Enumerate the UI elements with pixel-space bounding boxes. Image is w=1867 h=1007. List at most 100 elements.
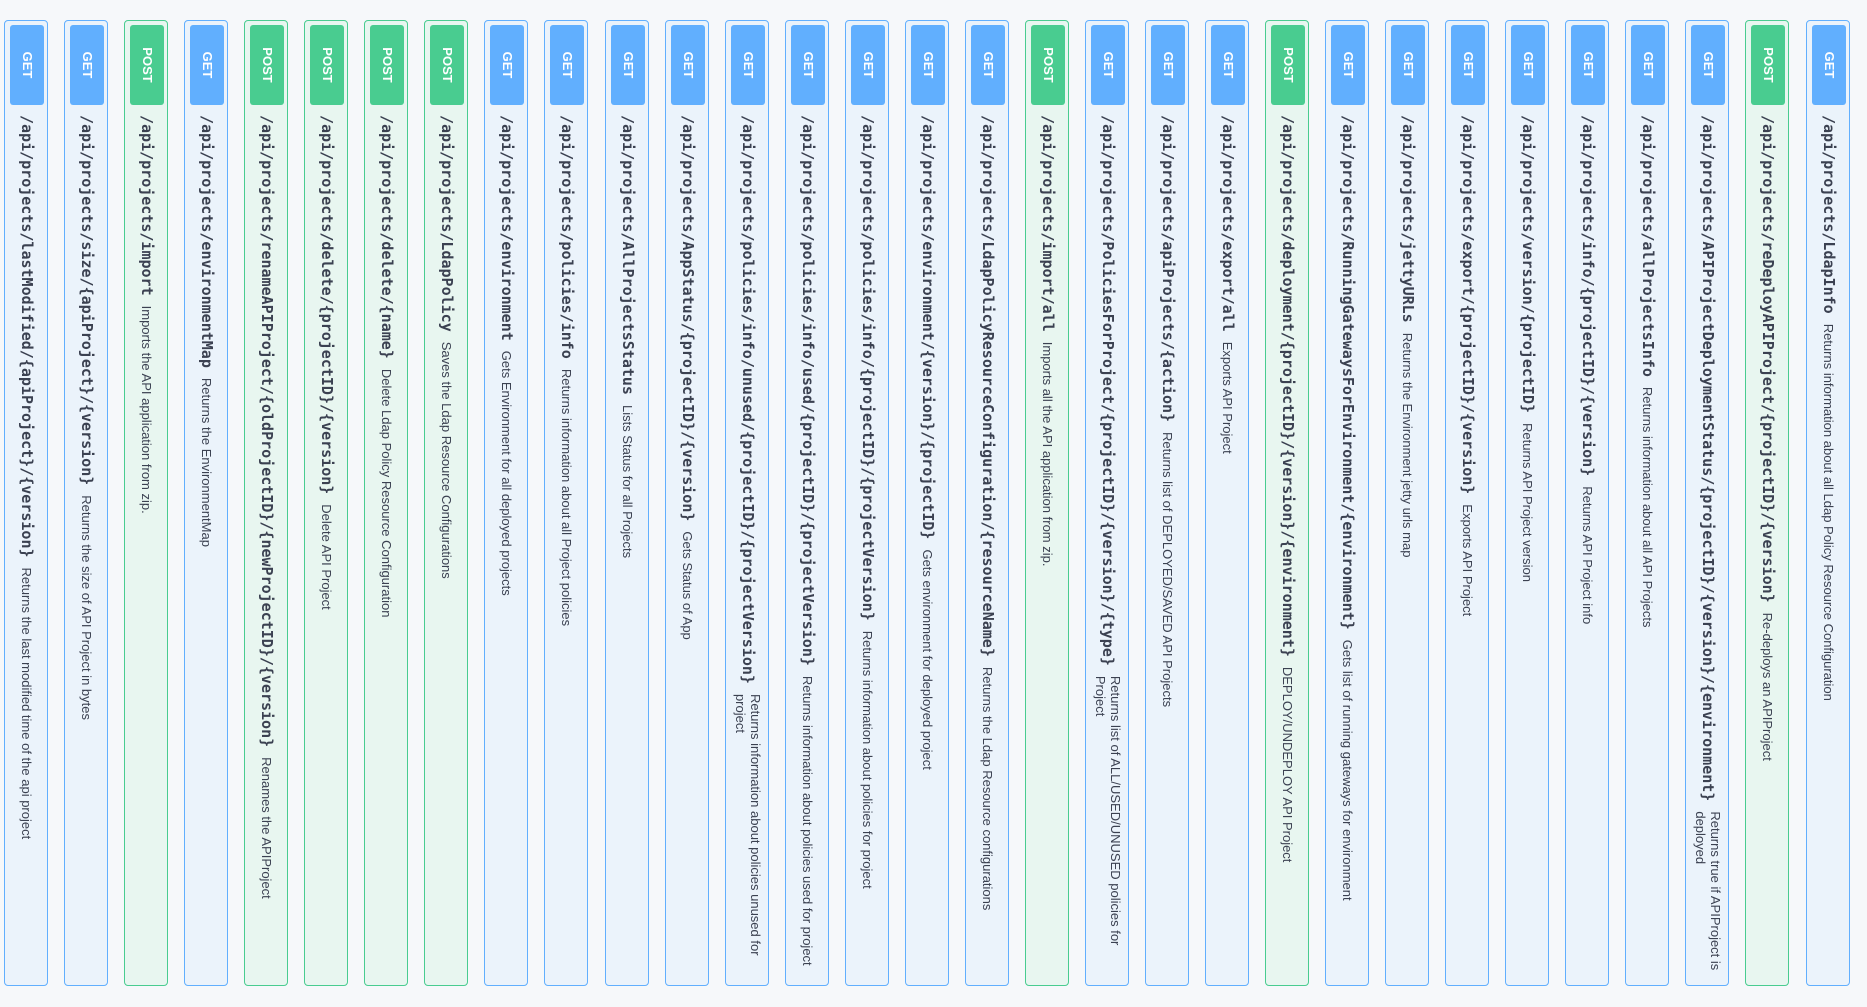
operation-summary[interactable]: GET/api/projects/info/{projectID}/{versi… xyxy=(1566,21,1608,985)
endpoint-path: /api/projects/policies/info/used/{projec… xyxy=(799,115,817,666)
operation-summary[interactable]: GET/api/projects/LdapInfo Returns informa… xyxy=(1807,21,1849,985)
operation-block[interactable]: POST/api/projects/import Imports the API … xyxy=(124,20,168,986)
endpoint-description: Exports API Project xyxy=(1460,504,1476,617)
operation-block[interactable]: POST/api/projects/deployment/{projectID}… xyxy=(1265,20,1309,986)
operation-summary[interactable]: GET/api/projects/environmentMap Returns t… xyxy=(185,21,227,985)
operation-summary[interactable]: GET/api/projects/RunningGatewaysForEnvir… xyxy=(1326,21,1368,985)
method-badge-get: GET xyxy=(70,25,104,105)
endpoint-description: Saves the Ldap Resource Configurations xyxy=(439,341,455,579)
operation-block[interactable]: GET/api/projects/APIProjectDeploymentSta… xyxy=(1685,20,1729,986)
operation-block[interactable]: GET/api/projects/policies/info/used/{pro… xyxy=(785,20,829,986)
operation-block[interactable]: GET/api/projects/LdapInfo Returns informa… xyxy=(1806,20,1850,986)
operation-block[interactable]: POST/api/projects/import/all Imports all … xyxy=(1025,20,1069,986)
method-badge-get: GET xyxy=(490,25,524,105)
operation-block[interactable]: POST/api/projects/LdapPolicy Saves the Ld… xyxy=(424,20,468,986)
endpoint-description: Gets Environment for all deployed projec… xyxy=(499,350,515,596)
endpoint-description: Imports the API application from zip. xyxy=(139,305,155,514)
operation-summary[interactable]: POST/api/projects/import Imports the API … xyxy=(125,21,167,985)
endpoint-description: Delete API Project xyxy=(319,504,335,610)
endpoint-description: Exports API Project xyxy=(1220,341,1236,454)
method-badge-get: GET xyxy=(1331,25,1365,105)
method-badge-get: GET xyxy=(1211,25,1245,105)
operation-summary[interactable]: POST/api/projects/renameAPIProject/{oldP… xyxy=(245,21,287,985)
operation-block[interactable]: POST/api/projects/renameAPIProject/{oldP… xyxy=(244,20,288,986)
endpoint-description: Returns API Project info xyxy=(1580,486,1596,625)
operation-summary[interactable]: POST/api/projects/LdapPolicy Saves the Ld… xyxy=(425,21,467,985)
endpoint-path: /api/projects/environment xyxy=(498,115,516,341)
operation-summary[interactable]: GET/api/projects/policies/info/{projectI… xyxy=(846,21,888,985)
operation-summary[interactable]: GET/api/projects/environment/{version}/{… xyxy=(906,21,948,985)
endpoint-path: /api/projects/PoliciesForProject/{projec… xyxy=(1099,115,1117,666)
operation-block[interactable]: GET/api/projects/RunningGatewaysForEnvir… xyxy=(1325,20,1369,986)
endpoint-path: /api/projects/delete/{name} xyxy=(378,115,396,359)
operation-block[interactable]: GET/api/projects/AllProjectsStatus Lists … xyxy=(605,20,649,986)
operation-summary[interactable]: GET/api/projects/policies/info/used/{pro… xyxy=(786,21,828,985)
operation-summary[interactable]: GET/api/projects/jettyURLs Returns the En… xyxy=(1386,21,1428,985)
operation-block[interactable]: POST/api/projects/reDeployAPIProject/{pr… xyxy=(1745,20,1789,986)
operation-block[interactable]: GET/api/projects/environment Gets Environ… xyxy=(484,20,528,986)
endpoint-description: Returns the Ldap Resource configurations xyxy=(980,666,996,911)
operation-summary[interactable]: GET/api/projects/environment Gets Environ… xyxy=(485,21,527,985)
endpoint-path: /api/projects/RunningGatewaysForEnvironm… xyxy=(1339,115,1357,630)
endpoint-path: /api/projects/environmentMap xyxy=(198,115,216,368)
endpoint-description: Returns true if APIProject is deployed xyxy=(1693,811,1723,971)
operation-block[interactable]: POST/api/projects/delete/{projectID}/{ve… xyxy=(304,20,348,986)
operation-block[interactable]: GET/api/projects/LdapPolicyResourceConfi… xyxy=(965,20,1009,986)
endpoint-path: /api/projects/apiProjects/{action} xyxy=(1159,115,1177,423)
endpoint-path: /api/projects/AppStatus/{projectID}/{ver… xyxy=(679,115,697,522)
method-badge-get: GET xyxy=(791,25,825,105)
operation-summary[interactable]: GET/api/projects/version/{projectID} Retu… xyxy=(1506,21,1548,985)
operation-summary[interactable]: POST/api/projects/delete/{projectID}/{ve… xyxy=(305,21,347,985)
operation-summary[interactable]: GET/api/projects/apiProjects/{action} Ret… xyxy=(1146,21,1188,985)
operation-block[interactable]: GET/api/projects/AppStatus/{projectID}/{… xyxy=(665,20,709,986)
operation-summary[interactable]: GET/api/projects/allProjectsInfo Returns … xyxy=(1626,21,1668,985)
endpoint-path: /api/projects/export/{projectID}/{versio… xyxy=(1459,115,1477,495)
operations-list: GET/api/projects/lastModified/{apiProjec… xyxy=(4,20,1867,988)
operation-summary[interactable]: GET/api/projects/policies/info Returns in… xyxy=(545,21,587,985)
operation-summary[interactable]: GET/api/projects/PoliciesForProject/{pro… xyxy=(1086,21,1128,985)
endpoint-path: /api/projects/info/{projectID}/{version} xyxy=(1579,115,1597,477)
method-badge-post: POST xyxy=(1031,25,1065,105)
operation-block[interactable]: GET/api/projects/jettyURLs Returns the En… xyxy=(1385,20,1429,986)
method-badge-post: POST xyxy=(130,25,164,105)
endpoint-path: /api/projects/deployment/{projectID}/{ve… xyxy=(1279,115,1297,657)
operation-block[interactable]: GET/api/projects/allProjectsInfo Returns … xyxy=(1625,20,1669,986)
endpoint-description: Returns list of DEPLOYED/SAVED API Proje… xyxy=(1160,432,1176,708)
operation-block[interactable]: GET/api/projects/version/{projectID} Retu… xyxy=(1505,20,1549,986)
method-badge-get: GET xyxy=(1391,25,1425,105)
endpoint-path: /api/projects/AllProjectsStatus xyxy=(619,115,637,395)
operation-summary[interactable]: GET/api/projects/AppStatus/{projectID}/{… xyxy=(666,21,708,985)
operation-block[interactable]: GET/api/projects/environment/{version}/{… xyxy=(905,20,949,986)
operation-block[interactable]: POST/api/projects/delete/{name} Delete Ld… xyxy=(364,20,408,986)
operation-summary[interactable]: GET/api/projects/export/{projectID}/{ver… xyxy=(1446,21,1488,985)
operation-summary[interactable]: GET/api/projects/APIProjectDeploymentSta… xyxy=(1686,21,1728,985)
method-badge-get: GET xyxy=(1151,25,1185,105)
operation-block[interactable]: GET/api/projects/environmentMap Returns t… xyxy=(184,20,228,986)
endpoint-path: /api/projects/size/{apiProject}/{version… xyxy=(78,115,96,486)
operation-block[interactable]: GET/api/projects/apiProjects/{action} Ret… xyxy=(1145,20,1189,986)
endpoint-path: /api/projects/allProjectsInfo xyxy=(1639,115,1657,377)
operation-summary[interactable]: GET/api/projects/LdapPolicyResourceConfi… xyxy=(966,21,1008,985)
operation-summary[interactable]: GET/api/projects/policies/info/unused/{p… xyxy=(726,21,768,985)
operation-summary[interactable]: POST/api/projects/reDeployAPIProject/{pr… xyxy=(1746,21,1788,985)
operation-summary[interactable]: POST/api/projects/deployment/{projectID}… xyxy=(1266,21,1308,985)
endpoint-description: Returns information about all Ldap Polic… xyxy=(1821,323,1837,701)
operation-block[interactable]: GET/api/projects/export/{projectID}/{ver… xyxy=(1445,20,1489,986)
operation-block[interactable]: GET/api/projects/lastModified/{apiProjec… xyxy=(4,20,48,986)
operation-summary[interactable]: POST/api/projects/import/all Imports all … xyxy=(1026,21,1068,985)
operation-summary[interactable]: GET/api/projects/size/{apiProject}/{vers… xyxy=(65,21,107,985)
operation-summary[interactable]: GET/api/projects/export/all Exports API P… xyxy=(1206,21,1248,985)
operation-block[interactable]: GET/api/projects/PoliciesForProject/{pro… xyxy=(1085,20,1129,986)
operation-block[interactable]: GET/api/projects/policies/info/unused/{p… xyxy=(725,20,769,986)
operation-block[interactable]: GET/api/projects/info/{projectID}/{versi… xyxy=(1565,20,1609,986)
operation-block[interactable]: GET/api/projects/size/{apiProject}/{vers… xyxy=(64,20,108,986)
operation-summary[interactable]: GET/api/projects/lastModified/{apiProjec… xyxy=(5,21,47,985)
method-badge-get: GET xyxy=(1091,25,1125,105)
operation-block[interactable]: GET/api/projects/policies/info/{projectI… xyxy=(845,20,889,986)
operation-block[interactable]: GET/api/projects/export/all Exports API P… xyxy=(1205,20,1249,986)
operation-summary[interactable]: POST/api/projects/delete/{name} Delete Ld… xyxy=(365,21,407,985)
operation-block[interactable]: GET/api/projects/policies/info Returns in… xyxy=(544,20,588,986)
endpoint-path: /api/projects/APIProjectDeploymentStatus… xyxy=(1699,115,1717,802)
endpoint-description: Returns the Environment jetty urls map xyxy=(1400,332,1416,558)
operation-summary[interactable]: GET/api/projects/AllProjectsStatus Lists … xyxy=(606,21,648,985)
